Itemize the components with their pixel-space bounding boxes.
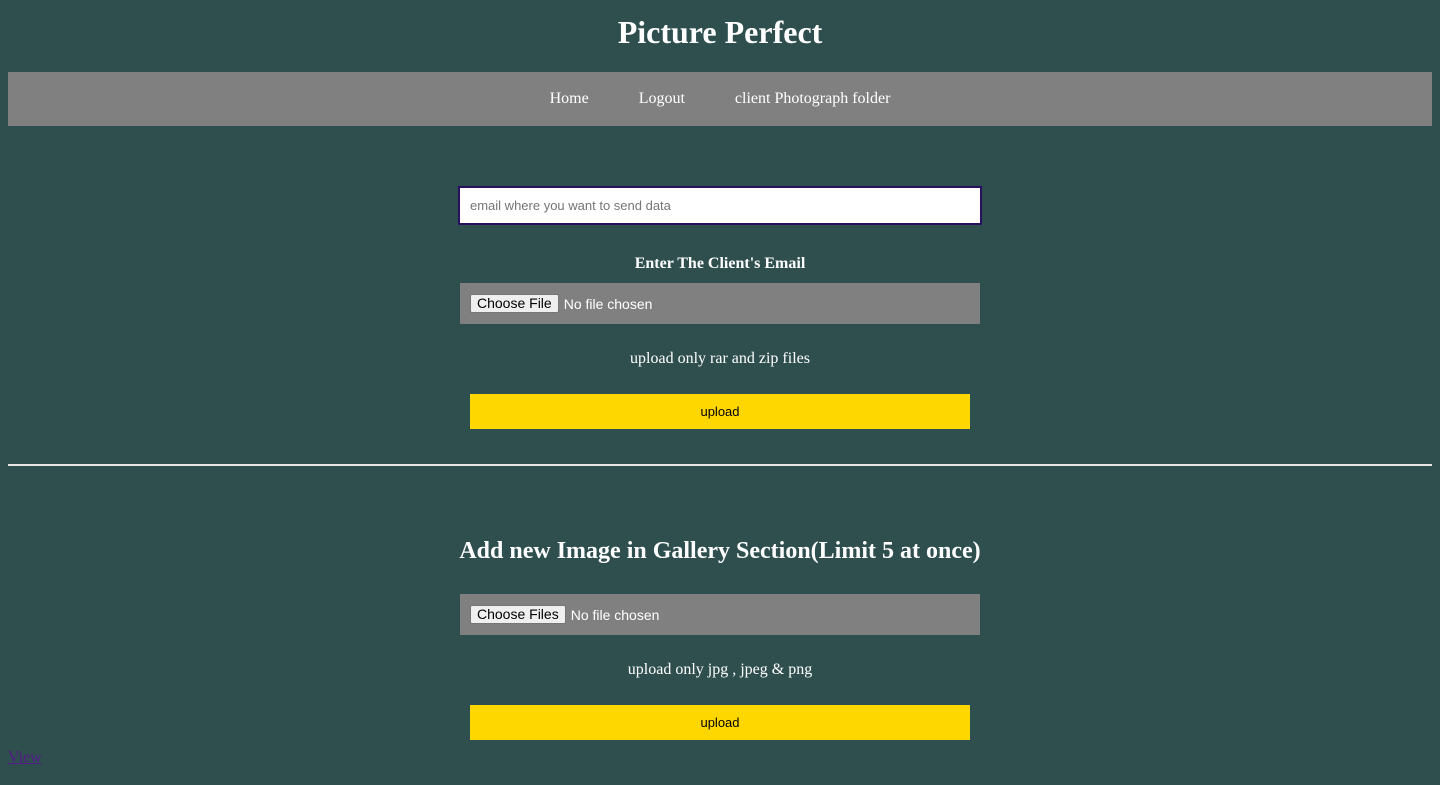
client-file-status: No file chosen [563,295,653,312]
site-title: Picture Perfect [617,14,823,50]
nav-link-logout[interactable]: Logout [639,90,685,108]
gallery-upload-button[interactable]: upload [470,705,970,740]
choose-file-button[interactable]: Choose File [470,294,559,313]
gallery-file-status: No file chosen [570,606,660,623]
view-link[interactable]: View [8,749,42,767]
navbar: Home Logout client Photograph folder [8,72,1432,126]
gallery-file-picker: Choose Files No file chosen [460,594,980,635]
nav-link-client-photograph-folder[interactable]: client Photograph folder [735,90,891,108]
client-file-hint: upload only rar and zip files [630,350,810,367]
choose-files-button[interactable]: Choose Files [470,605,566,624]
gallery-file-hint: upload only jpg , jpeg & png [627,661,813,678]
section-divider [8,464,1432,466]
client-file-picker: Choose File No file chosen [460,283,980,324]
nav-link-home[interactable]: Home [550,90,589,108]
client-email-label: Enter The Client's Email [634,255,806,272]
gallery-section-heading: Add new Image in Gallery Section(Limit 5… [459,538,981,564]
client-upload-button[interactable]: upload [470,394,970,429]
client-email-input[interactable] [458,186,982,225]
